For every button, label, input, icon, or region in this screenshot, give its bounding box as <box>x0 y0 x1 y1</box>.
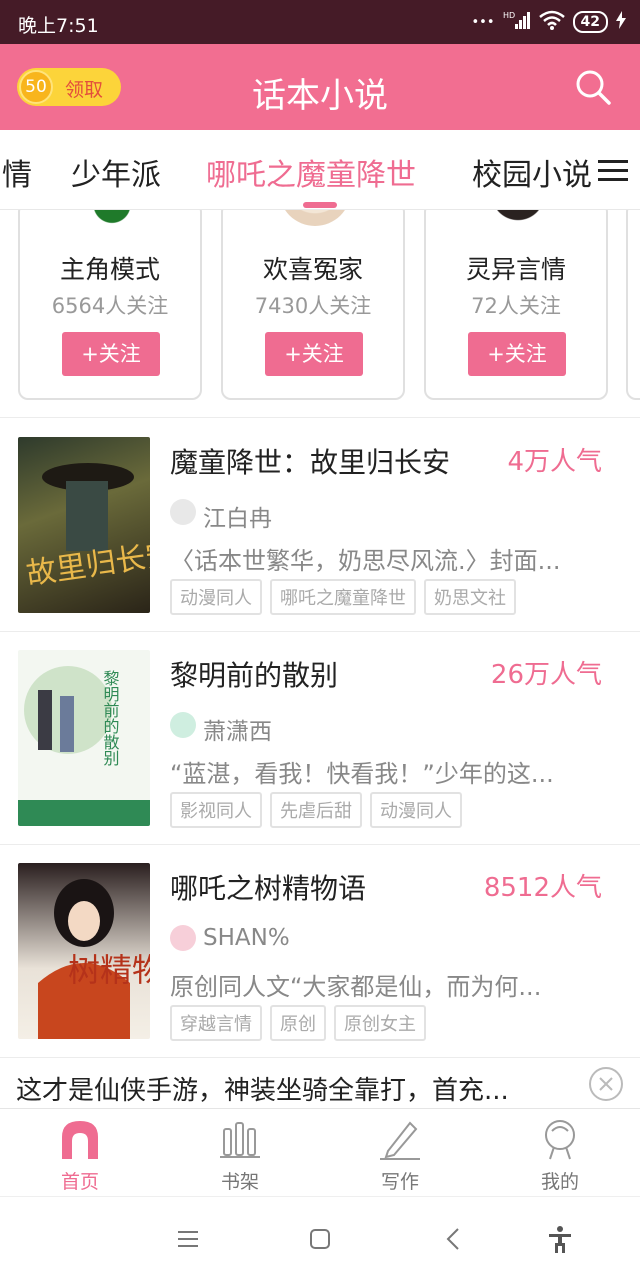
nav-profile[interactable]: 我的 <box>480 1109 640 1197</box>
topic-avatar <box>279 210 351 226</box>
book-tag[interactable]: 原创女主 <box>334 1005 426 1041</box>
bottom-nav: 首页 书架 写作 我的 <box>0 1108 640 1196</box>
book-tag[interactable]: 影视同人 <box>170 792 262 828</box>
author-avatar <box>170 499 196 525</box>
pen-icon <box>380 1121 420 1160</box>
book-tags: 影视同人 先虐后甜 动漫同人 <box>170 792 462 828</box>
nav-home[interactable]: 首页 <box>0 1109 160 1197</box>
topic-follow-count: 7430人关注 <box>254 294 372 318</box>
book-description: “蓝湛，看我！快看我！”少年的这... <box>170 760 554 788</box>
ad-text: 这才是仙侠手游，神装坐骑全靠打，首充... <box>16 1076 509 1106</box>
book-cover: 故里归长安 <box>18 437 150 613</box>
topic-card[interactable]: 灵异言情 72人关注 +关注 <box>424 210 608 400</box>
svg-text:黎明前的散别: 黎明前的散别 <box>101 670 120 767</box>
book-tag[interactable]: 穿越言情 <box>170 1005 262 1041</box>
list-item[interactable]: 黎明前的散别 黎明前的散别 26万人气 萧潇西 “蓝湛，看我！快看我！”少年的这… <box>0 632 640 845</box>
book-popularity: 8512人气 <box>483 873 602 903</box>
tab-nezha[interactable]: 哪吒之魔童降世 <box>206 150 416 194</box>
topic-follow-count: 6564人关注 <box>51 294 169 318</box>
back-icon[interactable] <box>438 1223 470 1255</box>
book-tags: 穿越言情 原创 原创女主 <box>170 1005 426 1041</box>
book-tag[interactable]: 奶思文社 <box>424 579 516 615</box>
topic-name: 灵异言情 <box>465 255 566 284</box>
follow-button[interactable]: +关注 <box>468 332 566 376</box>
status-time: 晚上7:51 <box>18 15 99 37</box>
svg-text:树精物语: 树精物语 <box>68 951 150 989</box>
book-popularity: 4万人气 <box>507 447 602 477</box>
book-tag[interactable]: 原创 <box>270 1005 326 1041</box>
follow-button[interactable]: +关注 <box>62 332 160 376</box>
svg-text:HD: HD <box>503 11 515 20</box>
category-tabs: 情 少年派 哪吒之魔童降世 校园小说 <box>0 130 640 210</box>
tab-campus[interactable]: 校园小说 <box>472 150 592 194</box>
topic-card[interactable]: 欢喜冤家 7430人关注 +关注 <box>221 210 405 400</box>
nav-label: 书架 <box>220 1171 259 1193</box>
signal-icon: HD <box>503 10 531 34</box>
more-dots-icon: ••• <box>471 14 495 30</box>
book-popularity: 26万人气 <box>490 660 602 690</box>
topic-name: 主角模式 <box>59 255 160 284</box>
topic-name: 欢喜冤家 <box>262 255 363 284</box>
book-description: 〈话本世繁华，奶思尽风流.〉封面... <box>170 547 561 575</box>
topic-cards: 主角模式 6564人关注 +关注 欢喜冤家 7430人关注 +关注 灵异言情 7… <box>0 210 640 418</box>
tab-active-indicator <box>303 202 337 208</box>
menu-icon[interactable] <box>596 154 630 188</box>
topic-avatar <box>76 210 148 226</box>
book-cover: 黎明前的散别 <box>18 650 150 826</box>
nav-label: 我的 <box>540 1171 579 1193</box>
topic-card[interactable] <box>626 210 640 400</box>
recents-icon[interactable] <box>172 1223 204 1255</box>
nav-label: 写作 <box>380 1171 419 1193</box>
ad-banner[interactable]: 这才是仙侠手游，神装坐骑全靠打，首充... <box>0 1058 640 1108</box>
list-item[interactable]: 树精物语 哪吒之树精物语 8512人气 SHAN% 原创同人文“大家都是仙，而为… <box>0 845 640 1058</box>
accessibility-icon[interactable] <box>544 1223 576 1255</box>
system-nav-bar <box>0 1196 640 1280</box>
book-tags: 动漫同人 哪吒之魔童降世 奶思文社 <box>170 579 516 615</box>
home-icon <box>62 1121 98 1159</box>
tab-shaonianpai[interactable]: 少年派 <box>71 150 161 194</box>
nav-bookshelf[interactable]: 书架 <box>160 1109 320 1197</box>
book-author: SHAN% <box>203 925 290 951</box>
book-tag[interactable]: 哪吒之魔童降世 <box>270 579 416 615</box>
follow-button[interactable]: +关注 <box>265 332 363 376</box>
book-title: 黎明前的散别 <box>170 659 339 692</box>
topic-follow-count: 72人关注 <box>471 294 561 318</box>
book-author: 江白冉 <box>203 506 272 532</box>
book-title: 哪吒之树精物语 <box>170 872 367 905</box>
close-icon[interactable] <box>588 1066 624 1102</box>
app-header: 50 领取 话本小说 <box>0 44 640 130</box>
tab-romance[interactable]: 情 <box>2 150 32 194</box>
wifi-icon <box>538 10 565 34</box>
book-tag[interactable]: 动漫同人 <box>170 579 262 615</box>
topic-card[interactable]: 主角模式 6564人关注 +关注 <box>18 210 202 400</box>
status-icons: ••• HD 42 <box>471 10 626 34</box>
charging-icon <box>616 11 626 33</box>
book-title: 魔童降世：故里归长安 <box>170 446 451 479</box>
page-title: 话本小说 <box>252 76 388 116</box>
bookshelf-icon <box>220 1122 260 1158</box>
search-icon[interactable] <box>574 68 612 106</box>
battery-indicator: 42 <box>572 11 608 33</box>
book-author: 萧潇西 <box>203 719 272 745</box>
home-button-icon[interactable] <box>304 1223 336 1255</box>
nav-label: 首页 <box>60 1171 99 1193</box>
book-tag[interactable]: 动漫同人 <box>370 792 462 828</box>
book-cover: 树精物语 <box>18 863 150 1039</box>
nav-write[interactable]: 写作 <box>320 1109 480 1197</box>
author-avatar <box>170 712 196 738</box>
book-tag[interactable]: 先虐后甜 <box>270 792 362 828</box>
topic-avatar <box>482 210 554 226</box>
book-description: 原创同人文“大家都是仙，而为何... <box>170 973 542 1001</box>
profile-icon <box>545 1120 575 1160</box>
list-item[interactable]: 故里归长安 魔童降世：故里归长安 4万人气 江白冉 〈话本世繁华，奶思尽风流.〉… <box>0 419 640 632</box>
author-avatar <box>170 925 196 951</box>
status-bar: 晚上7:51 ••• HD 42 <box>0 0 640 44</box>
